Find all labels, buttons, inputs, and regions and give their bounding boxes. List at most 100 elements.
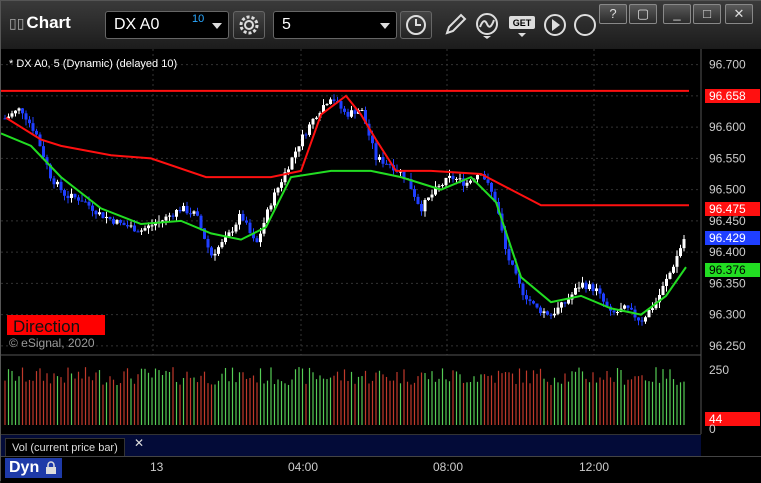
price-bar-body bbox=[644, 317, 647, 322]
price-bar-body bbox=[535, 303, 539, 308]
chart-footer: Vol (current price bar) ✕ Dyn 13 04:00 0… bbox=[1, 434, 761, 483]
curve-icon[interactable] bbox=[473, 11, 501, 39]
play-icon[interactable] bbox=[541, 11, 569, 39]
price-bar-body bbox=[122, 222, 126, 226]
get-icon[interactable]: GET bbox=[507, 11, 539, 39]
price-bar-body bbox=[581, 282, 584, 288]
clock-icon bbox=[406, 15, 426, 35]
price-bar-body bbox=[430, 194, 434, 198]
price-bar-body bbox=[94, 210, 98, 215]
price-bar-body bbox=[427, 197, 430, 201]
price-bar-body bbox=[80, 200, 84, 202]
price-bar-body bbox=[616, 312, 619, 314]
price-bar-body bbox=[416, 196, 420, 204]
symbol-field[interactable]: DX A0 10 bbox=[105, 11, 229, 39]
price-bar-body bbox=[248, 222, 252, 233]
price-bar-body bbox=[595, 288, 598, 292]
minimize-button[interactable]: _ bbox=[663, 4, 691, 24]
price-bar-body bbox=[602, 293, 605, 302]
help-button[interactable]: ? bbox=[599, 4, 627, 24]
price-bar-body bbox=[147, 225, 150, 229]
grip-icon: ▯▯ bbox=[9, 15, 25, 31]
interval-field[interactable]: 5 bbox=[273, 11, 397, 39]
close-button[interactable]: ✕ bbox=[725, 4, 753, 24]
price-bar-body bbox=[133, 225, 136, 232]
price-bar-body bbox=[259, 233, 262, 243]
price-bar-body bbox=[451, 175, 455, 180]
price-bar-body bbox=[444, 177, 448, 186]
chevron-down-icon[interactable] bbox=[212, 23, 222, 29]
price-bar-body bbox=[294, 151, 297, 158]
time-label-13: 13 bbox=[150, 460, 164, 474]
price-chart[interactable]: 96.70096.65096.60096.55096.50096.45096.4… bbox=[1, 49, 761, 434]
price-bar-body bbox=[567, 299, 570, 304]
gear-icon bbox=[239, 15, 259, 35]
close-icon[interactable]: ✕ bbox=[134, 436, 144, 450]
copyright: © eSignal, 2020 bbox=[9, 336, 95, 350]
price-bar-body bbox=[574, 288, 577, 295]
price-bar-body bbox=[178, 209, 182, 212]
interval-value: 5 bbox=[282, 16, 291, 33]
restore-button[interactable]: ▢ bbox=[629, 4, 657, 24]
dynamic-mode-button[interactable]: Dyn bbox=[5, 458, 62, 478]
price-bar-body bbox=[56, 181, 59, 185]
price-bar-body bbox=[241, 213, 245, 221]
price-bar-body bbox=[647, 309, 651, 318]
price-bar-body bbox=[276, 187, 280, 193]
price-bar-body bbox=[525, 295, 528, 300]
price-bar-body bbox=[217, 247, 220, 254]
price-bar-body bbox=[637, 317, 640, 321]
price-bar-body bbox=[28, 119, 31, 124]
price-bar-body bbox=[542, 311, 546, 314]
price-bar-body bbox=[577, 287, 581, 289]
price-bar-body bbox=[77, 197, 80, 201]
price-bar-body bbox=[213, 253, 217, 256]
price-bar-body bbox=[682, 239, 686, 249]
chevron-down-icon[interactable] bbox=[380, 23, 390, 29]
price-bar-body bbox=[199, 215, 203, 229]
time-label-1200: 12:00 bbox=[579, 460, 610, 474]
settings-button[interactable] bbox=[233, 11, 265, 39]
price-bar-body bbox=[346, 111, 350, 117]
price-bar-body bbox=[280, 182, 283, 188]
chart-window: ▯▯ Chart DX A0 10 5 GET ? ▢ _ □ ✕ 96.700… bbox=[0, 0, 761, 483]
price-bar-body bbox=[640, 320, 644, 322]
price-bar-body bbox=[168, 215, 171, 217]
price-bar-body bbox=[98, 212, 101, 215]
maximize-button[interactable]: □ bbox=[693, 4, 721, 24]
price-tick: 96.300 bbox=[709, 308, 746, 322]
price-tick: 96.700 bbox=[709, 58, 746, 72]
price-bar-body bbox=[469, 180, 472, 183]
price-bar-body bbox=[350, 110, 353, 117]
price-bar-body bbox=[630, 307, 633, 310]
price-bar-body bbox=[458, 178, 462, 180]
price-bar-body bbox=[189, 213, 192, 215]
price-bar-body bbox=[87, 201, 91, 206]
symbol-value: DX A0 bbox=[114, 16, 160, 33]
lock-icon bbox=[45, 461, 56, 474]
price-bar-body bbox=[591, 284, 595, 292]
price-bar-body bbox=[101, 212, 105, 219]
price-bar-body bbox=[143, 228, 147, 231]
price-bar-body bbox=[91, 205, 94, 211]
price-bar-body bbox=[672, 266, 675, 273]
price-bar-body bbox=[108, 216, 112, 219]
price-bar-body bbox=[563, 302, 567, 304]
price-bar-body bbox=[66, 195, 70, 199]
study-title: * DX A0, 5 (Dynamic) (delayed 10) bbox=[9, 58, 177, 70]
price-bar-body bbox=[52, 178, 56, 185]
pencil-icon[interactable] bbox=[441, 11, 469, 39]
circle-icon[interactable] bbox=[571, 11, 599, 39]
price-bar-body bbox=[668, 272, 672, 279]
price-bar-body bbox=[385, 163, 388, 165]
price-bar-body bbox=[325, 104, 329, 106]
price-bar-body bbox=[679, 248, 682, 257]
price-bar-body bbox=[588, 284, 591, 290]
time-button[interactable] bbox=[400, 11, 432, 39]
price-bar-body bbox=[17, 108, 21, 111]
delay-indicator: 10 bbox=[192, 13, 205, 25]
price-bar-body bbox=[528, 299, 532, 302]
price-bar-body bbox=[35, 130, 38, 135]
price-bar-body bbox=[112, 218, 115, 224]
price-tick: 96.550 bbox=[709, 151, 746, 165]
